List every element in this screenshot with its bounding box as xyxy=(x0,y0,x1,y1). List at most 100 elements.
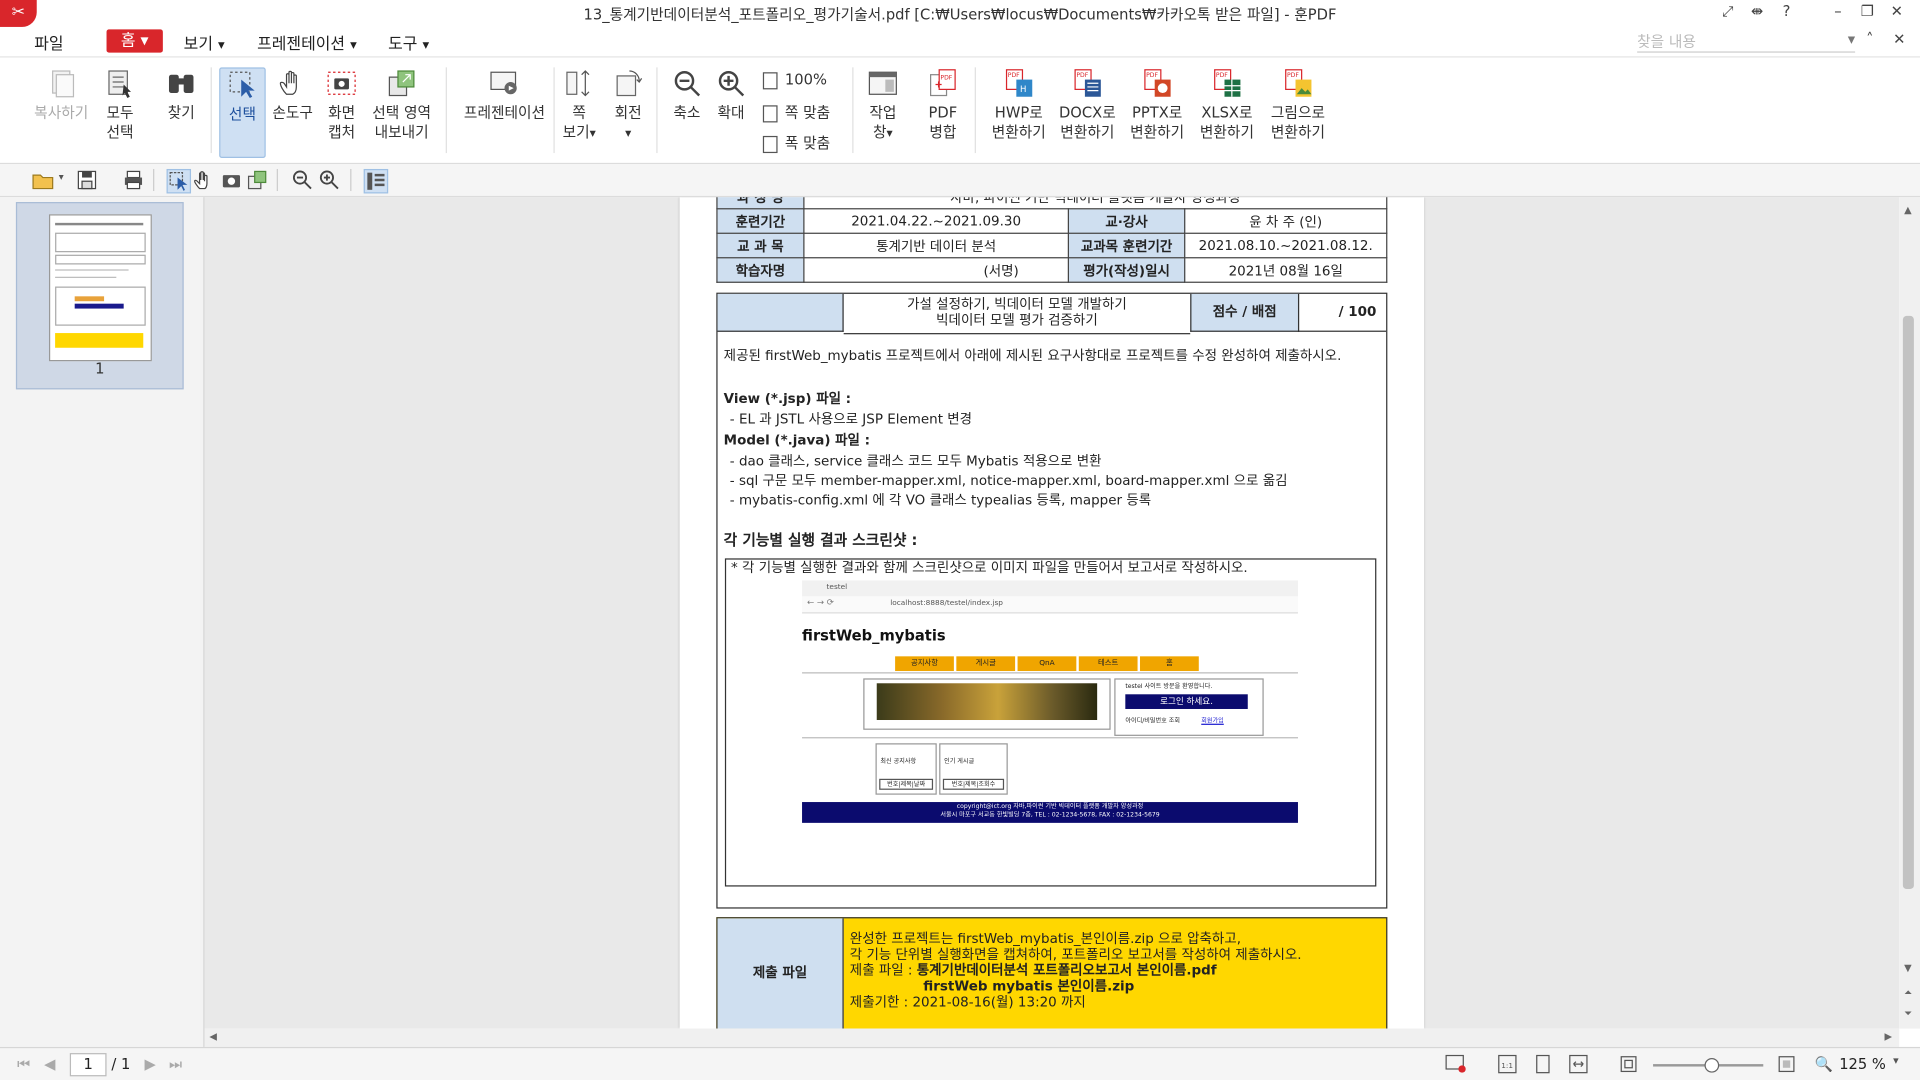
actual-size-icon[interactable]: 1:1 xyxy=(1498,1054,1518,1074)
zoom-100-button[interactable]: 100% xyxy=(762,71,827,89)
convert-xlsx-button[interactable]: PDF XLSX로 변환하기 xyxy=(1195,67,1259,142)
login-button: 로그인 하세요. xyxy=(1125,694,1248,709)
thumbnail-panel-icon[interactable] xyxy=(363,168,389,194)
browser-addressbar: ← → ⟳ localhost:8888/testel/index.jsp xyxy=(802,596,1298,614)
rotate-button[interactable]: 회전 ▾ xyxy=(610,67,647,144)
camera-icon[interactable] xyxy=(220,169,242,191)
split-icon[interactable]: ⇼ xyxy=(1749,2,1766,20)
menu-home[interactable]: 홈 ▾ xyxy=(106,29,163,53)
presentation-button[interactable]: 프레젠테이션 xyxy=(458,67,551,122)
chevron-down-icon[interactable]: ▾ xyxy=(1893,1056,1899,1068)
zoom-out-icon[interactable] xyxy=(291,169,313,191)
save-icon[interactable] xyxy=(76,169,98,191)
zoom-in-icon[interactable] xyxy=(318,169,340,191)
export-icon[interactable] xyxy=(246,169,268,191)
fit-width-button[interactable]: 폭 맞춤 xyxy=(762,132,830,153)
menu-file[interactable]: 파일 xyxy=(34,31,63,54)
zoom-slider[interactable] xyxy=(1653,1057,1764,1073)
next-page-icon[interactable]: ▶ xyxy=(144,1056,155,1073)
scroll-down-icon[interactable]: ▼ xyxy=(1904,962,1912,973)
open-folder-icon[interactable] xyxy=(32,169,54,191)
scroll-left-icon[interactable]: ◀ xyxy=(209,1031,217,1042)
zoom-slider-thumb[interactable] xyxy=(1704,1057,1720,1073)
chevron-down-icon[interactable]: ▾ xyxy=(1848,31,1855,48)
model-item: - dao 클래스, service 클래스 코드 모두 Mybatis 적용으… xyxy=(729,453,1102,469)
fit-width-icon xyxy=(762,135,778,153)
select-all-button[interactable]: 모두 선택 xyxy=(100,67,139,142)
status-bar: ⏮ ◀ 1 / 1 ▶ ⏭ 1:1 🔍 125 % ▾ xyxy=(0,1046,1920,1080)
pdf-page: 과 정 명 자바, 파이썬 기반 빅데이터 플랫폼 개발자 양성과정 훈련기간 … xyxy=(679,197,1425,1029)
document-view[interactable]: 과 정 명 자바, 파이썬 기반 빅데이터 플랫폼 개발자 양성과정 훈련기간 … xyxy=(204,197,1900,1029)
zoom-in-button[interactable]: 확대 xyxy=(713,67,750,122)
zoom-page-icon[interactable] xyxy=(1778,1056,1795,1073)
first-page-icon[interactable]: ⏮ xyxy=(17,1056,30,1074)
search-input[interactable]: 찾을 내용 ▾ xyxy=(1637,31,1856,53)
pdf-merge-button[interactable]: PDF PDF 병합 xyxy=(923,67,962,142)
select-tool-button[interactable]: 선택 xyxy=(219,67,266,158)
select-tool-icon[interactable] xyxy=(166,168,192,194)
work-window-button[interactable]: 작업 창▾ xyxy=(862,67,904,144)
fit-page-icon[interactable] xyxy=(1533,1054,1553,1074)
convert-pptx-button[interactable]: PDF PPTX로 변환하기 xyxy=(1125,67,1189,142)
quick-toolbar: ▾ xyxy=(0,164,1920,198)
vertical-scroll-thumb[interactable] xyxy=(1902,315,1914,889)
last-page-icon[interactable]: ⏭ xyxy=(169,1056,182,1074)
chevron-down-icon[interactable]: ▾ xyxy=(59,171,64,182)
zoom-fit-icon[interactable] xyxy=(1620,1056,1637,1073)
menu-view[interactable]: 보기 ▾ xyxy=(184,31,225,54)
next-page-icon[interactable]: ⏷ xyxy=(1904,1008,1912,1020)
svg-text:PDF: PDF xyxy=(1216,72,1228,79)
screenshot-note: * 각 기능별 실행한 결과와 함께 스크린샷으로 이미지 파일을 만들어서 보… xyxy=(731,559,1248,576)
page-display-icon[interactable] xyxy=(1445,1054,1467,1074)
page-view-button[interactable]: 쪽 보기▾ xyxy=(561,67,598,144)
thumbnail-page-number: 1 xyxy=(95,360,105,378)
score-label: 점수 / 배점 xyxy=(1190,293,1300,332)
fit-width-icon[interactable] xyxy=(1569,1054,1589,1074)
help-icon[interactable]: ? xyxy=(1778,2,1795,20)
doc-close-icon[interactable]: ✕ xyxy=(1893,31,1905,48)
popular-posts-box: 인기 게시글 번호|제목|조회수 xyxy=(939,743,1008,795)
cursor-icon xyxy=(229,71,255,98)
zoom-out-button[interactable]: 축소 xyxy=(669,67,706,122)
minimize-button[interactable]: – xyxy=(1829,2,1846,20)
restore-button[interactable]: ❐ xyxy=(1859,2,1876,20)
docx-convert-icon: PDF xyxy=(1074,69,1101,97)
close-button[interactable]: ✕ xyxy=(1888,2,1905,20)
print-icon[interactable] xyxy=(122,169,144,191)
camera-icon xyxy=(327,71,356,95)
prev-page-icon[interactable]: ◀ xyxy=(44,1056,55,1073)
menu-presentation[interactable]: 프레젠테이션 ▾ xyxy=(257,31,357,54)
window-icon xyxy=(868,71,897,95)
svg-text:PDF: PDF xyxy=(1008,72,1020,79)
embedded-screenshot: testel ← → ⟳ localhost:8888/testel/index… xyxy=(802,580,1298,823)
prev-page-icon[interactable]: ⏶ xyxy=(1904,987,1912,999)
scroll-right-icon[interactable]: ▶ xyxy=(1885,1031,1893,1042)
view-item: - EL 과 JSTL 사용으로 JSP Element 변경 xyxy=(729,411,973,428)
convert-docx-button[interactable]: PDF DOCX로 변환하기 xyxy=(1056,67,1120,142)
page-thumbnail[interactable]: 1 xyxy=(15,202,184,390)
convert-image-button[interactable]: PDF 그림으로 변환하기 xyxy=(1264,67,1333,142)
page-number-input[interactable]: 1 xyxy=(69,1053,107,1077)
hand-icon[interactable] xyxy=(193,169,215,191)
zoom-level[interactable]: 125 % xyxy=(1839,1056,1886,1073)
horizontal-scrollbar[interactable]: ◀ ▶ xyxy=(204,1028,1900,1047)
svg-text:H: H xyxy=(1020,85,1026,95)
copy-button[interactable]: 복사하기 xyxy=(29,67,93,122)
menu-tools[interactable]: 도구 ▾ xyxy=(388,31,429,54)
svg-text:1:1: 1:1 xyxy=(1501,1061,1513,1070)
view-heading: View (*.jsp) 파일 : xyxy=(723,390,852,407)
hand-icon xyxy=(279,70,297,95)
intro-text: 제공된 firstWeb_mybatis 프로젝트에서 아래에 제시된 요구사항… xyxy=(723,347,1342,364)
vertical-scrollbar[interactable]: ▲ ▼ ⏶ ⏷ xyxy=(1899,197,1920,1029)
recent-notice-box: 최신 공지사항 번호|제목|날짜 xyxy=(875,743,937,795)
find-button[interactable]: 찾기 xyxy=(163,67,200,122)
fullscreen-icon[interactable]: ⤢ xyxy=(1719,2,1736,20)
scroll-up-icon[interactable]: ▲ xyxy=(1904,204,1912,215)
ribbon-collapse-icon[interactable]: ˄ xyxy=(1866,31,1873,48)
hand-tool-button[interactable]: 손도구 xyxy=(269,67,316,122)
convert-hwp-button[interactable]: PDF H HWP로 변환하기 xyxy=(987,67,1051,142)
screen-capture-button[interactable]: 화면 캡처 xyxy=(323,67,360,142)
fit-page-button[interactable]: 쪽 맞춤 xyxy=(762,102,830,123)
export-selection-button[interactable]: 선택 영역 내보내기 xyxy=(370,67,434,142)
fit-page-icon xyxy=(762,104,778,122)
